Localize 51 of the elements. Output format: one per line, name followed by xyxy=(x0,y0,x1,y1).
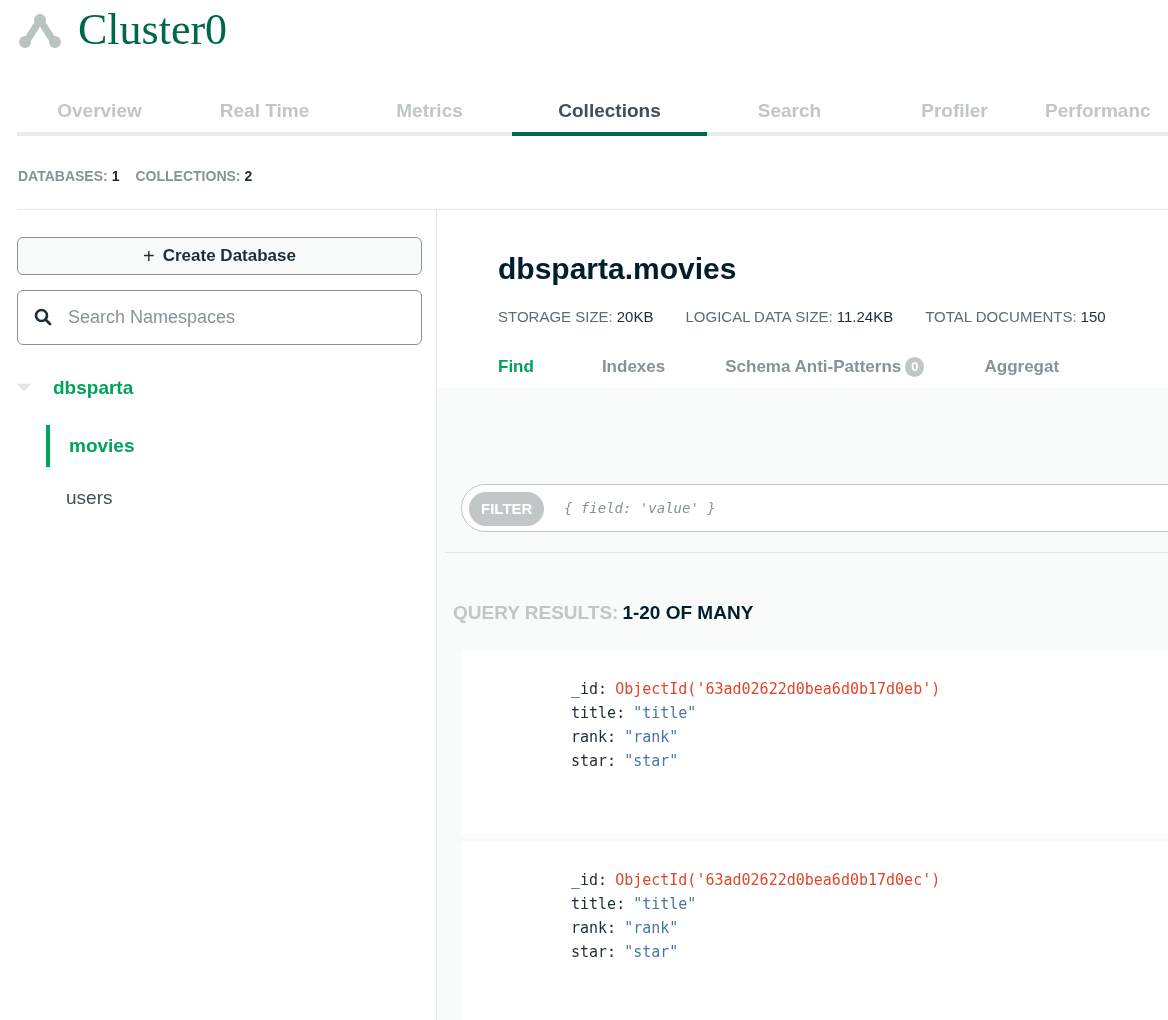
summary-label: DATABASES: xyxy=(18,167,108,186)
collection-tab[interactable]: Indexes xyxy=(601,354,666,380)
results-label: QUERY RESULTS: xyxy=(453,600,619,625)
collection-item[interactable]: movies xyxy=(46,425,143,467)
field-value: ObjectId('63ad02622d0bea6d0b17d0eb') xyxy=(615,679,941,700)
search-field[interactable]: Search Namespaces xyxy=(17,290,422,345)
database-item[interactable]: dbsparta xyxy=(53,373,134,403)
stat-value: 11.24KB xyxy=(836,306,894,327)
create-database-button[interactable]: + Create Database xyxy=(17,237,422,275)
nav-tab[interactable]: Performanc xyxy=(1037,90,1151,136)
field-key: star: xyxy=(571,940,617,964)
plus-icon: + xyxy=(143,241,155,271)
summary-label: COLLECTIONS: xyxy=(135,167,241,186)
results-count: 1-20 OF MANY xyxy=(622,600,754,625)
field-value: "star" xyxy=(624,942,679,963)
field-value: "title" xyxy=(633,703,697,724)
field-key: title: xyxy=(571,892,626,916)
nav-tab[interactable]: Profiler xyxy=(872,90,1037,136)
stat-label: TOTAL DOCUMENTS: xyxy=(925,306,1077,327)
nav-tab[interactable]: Metrics xyxy=(347,90,512,136)
collection-tab[interactable]: Schema Anti-Patterns 0 xyxy=(725,354,925,380)
field-value: "star" xyxy=(624,751,679,772)
collection-tab[interactable]: Find xyxy=(490,354,542,380)
nav-tab[interactable]: Collections xyxy=(512,90,707,136)
field-key: title: xyxy=(571,701,626,725)
nav-tab[interactable]: Overview xyxy=(17,90,182,136)
field-key: star: xyxy=(571,749,617,773)
nav-tab[interactable]: Real Time xyxy=(182,90,347,136)
field-key: _id: xyxy=(571,677,608,701)
collection-tab[interactable]: Aggregat xyxy=(984,354,1060,380)
stat-label: STORAGE SIZE: xyxy=(498,306,613,327)
field-value: "title" xyxy=(633,894,697,915)
search-icon xyxy=(34,308,52,326)
field-value: "rank" xyxy=(624,727,679,748)
cluster-icon xyxy=(18,12,62,48)
stat-value: 20KB xyxy=(616,306,654,327)
field-value: ObjectId('63ad02622d0bea6d0b17d0ec') xyxy=(615,870,941,891)
stat-value: 150 xyxy=(1080,306,1106,327)
nav-tab[interactable]: Search xyxy=(707,90,872,136)
caret-icon[interactable] xyxy=(17,383,31,393)
cluster-title: Cluster0 xyxy=(78,8,228,52)
summary-value: 1 xyxy=(111,167,120,186)
field-key: _id: xyxy=(571,868,608,892)
collection-title: dbsparta.movies xyxy=(498,251,737,287)
count-badge: 0 xyxy=(905,356,925,377)
collection-item[interactable]: users xyxy=(46,483,121,513)
field-key: rank: xyxy=(571,725,617,749)
field-key: rank: xyxy=(571,916,617,940)
stat-label: LOGICAL DATA SIZE: xyxy=(685,306,833,327)
summary-value: 2 xyxy=(244,167,253,186)
field-value: "rank" xyxy=(624,918,679,939)
